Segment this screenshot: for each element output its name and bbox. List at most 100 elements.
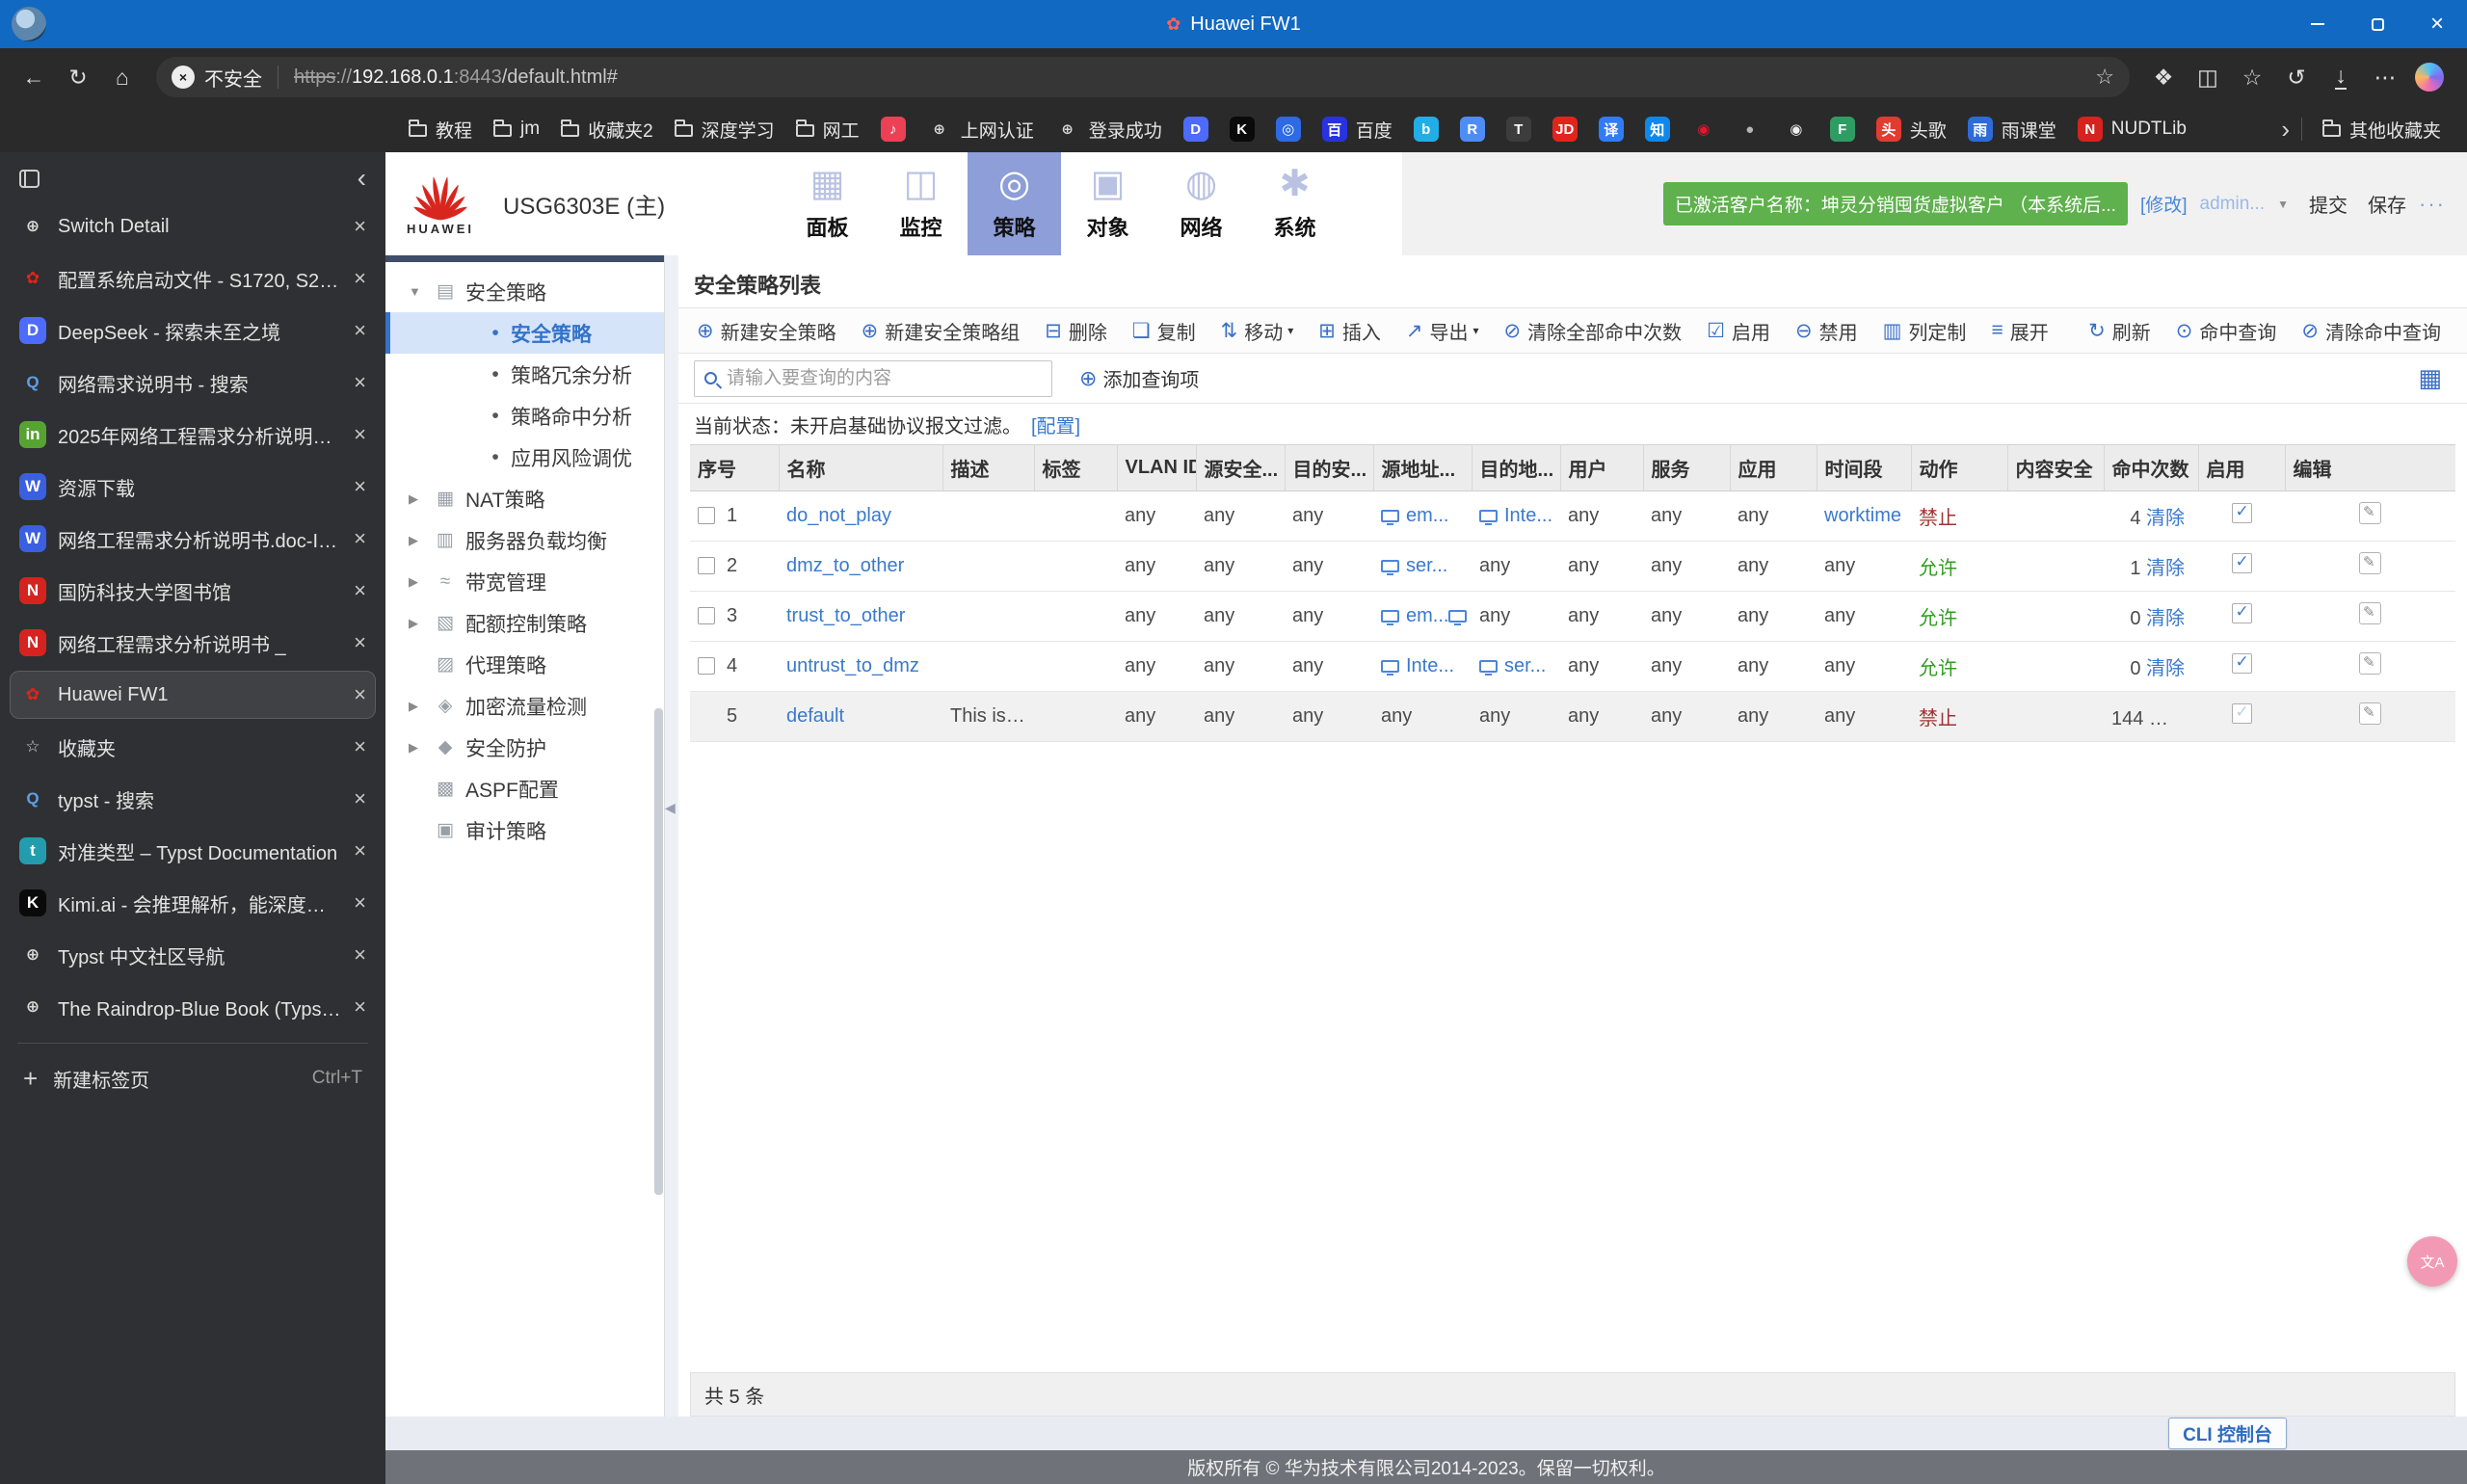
clear-hits-link[interactable]: 清除 (2146, 608, 2185, 629)
split-screen-icon[interactable]: ◫ (2186, 56, 2230, 98)
search-input[interactable] (727, 367, 1042, 389)
add-query-button[interactable]: ⊕ 添加查询项 (1079, 364, 1199, 392)
cli-console-button[interactable]: CLI 控制台 (2168, 1418, 2287, 1449)
bookmark-item[interactable]: 百 百度 (1313, 112, 1401, 147)
bookmark-item[interactable]: ⊕ 上网认证 (918, 112, 1043, 147)
bookmark-item[interactable]: jm (485, 114, 548, 145)
app-nav-tab[interactable]: ▣ 对象 (1061, 152, 1154, 255)
browser-tab[interactable]: Q typst - 搜索 × (10, 775, 376, 823)
bookmarks-overflow-chevron[interactable]: › (2281, 115, 2290, 145)
bookmark-item[interactable]: T (1498, 112, 1540, 146)
tree-item[interactable]: ▶ ◆ 安全防护 (385, 727, 664, 768)
tree-item[interactable]: • 应用风险调优 (385, 437, 664, 478)
app-nav-tab[interactable]: ▦ 面板 (781, 152, 874, 255)
toolbar-button[interactable]: ↗ 导出 ▾ (1406, 317, 1479, 345)
browser-tab[interactable]: ✿ Huawei FW1 × (10, 671, 376, 719)
user-dropdown-caret[interactable]: ▼ (2277, 198, 2289, 211)
tree-expander-icon[interactable]: ▶ (409, 616, 430, 631)
tree-expander-icon[interactable]: ▶ (409, 740, 430, 755)
bookmark-item[interactable]: ◎ (1267, 112, 1310, 146)
row-checkbox[interactable] (698, 507, 715, 524)
header-more-icon[interactable]: ··· (2419, 192, 2446, 217)
toolbar-button[interactable]: ⊖ 禁用 (1795, 317, 1858, 345)
browser-tab[interactable]: ⊕ Switch Detail × (10, 202, 376, 251)
app-nav-tab[interactable]: ◍ 网络 (1154, 152, 1248, 255)
address-object[interactable]: em... (1406, 605, 1448, 627)
tab-close-icon[interactable]: × (354, 422, 366, 447)
bookmark-item[interactable]: D (1175, 112, 1217, 146)
tree-scrollbar[interactable] (654, 708, 663, 1195)
tree-item[interactable]: ▣ 审计策略 (385, 809, 664, 851)
tree-item[interactable]: ▩ ASPF配置 (385, 768, 664, 809)
tab-close-icon[interactable]: × (354, 890, 366, 915)
bookmark-item[interactable]: ♪ (872, 112, 915, 146)
toolbar-button[interactable]: ≡ 展开 (1991, 317, 2048, 345)
close-button[interactable]: × (2407, 0, 2467, 48)
enable-checkbox[interactable] (2231, 552, 2252, 573)
tab-close-icon[interactable]: × (354, 942, 366, 967)
clear-hits-link[interactable]: 清除 (2146, 558, 2185, 579)
tab-close-icon[interactable]: × (354, 526, 366, 551)
app-nav-tab[interactable]: ✱ 系统 (1248, 152, 1341, 255)
bookmark-item[interactable]: N NUDTLib (2069, 112, 2195, 146)
tree-expander-icon[interactable]: ▶ (409, 491, 430, 507)
collapse-tree-icon[interactable]: ◀ (665, 800, 676, 816)
browser-tab[interactable]: W 网络工程需求分析说明书.doc-ITAD × (10, 515, 376, 563)
policy-name-link[interactable]: dmz_to_other (786, 555, 904, 576)
policy-name-link[interactable]: do_not_play (786, 505, 891, 526)
toolbar-button[interactable]: ☑ 启用 (1707, 317, 1770, 345)
bookmark-item[interactable]: 译 (1590, 112, 1632, 146)
config-link[interactable]: [配置] (1031, 411, 1080, 438)
bookmark-item[interactable]: 知 (1636, 112, 1679, 146)
tree-expander-icon[interactable]: ▶ (409, 574, 430, 590)
time-range[interactable]: any (1824, 555, 1855, 576)
policy-name-link[interactable]: untrust_to_dmz (786, 655, 919, 676)
bookmark-item[interactable]: ⊕ 登录成功 (1047, 112, 1171, 147)
time-range[interactable]: any (1824, 705, 1855, 727)
history-icon[interactable]: ↺ (2274, 56, 2319, 98)
edit-icon[interactable] (2359, 702, 2381, 725)
downloads-icon[interactable]: ↓ (2319, 56, 2363, 98)
copilot-icon[interactable] (2415, 63, 2444, 92)
time-range[interactable]: worktime (1824, 505, 1901, 526)
enable-checkbox[interactable] (2231, 602, 2252, 623)
security-icon[interactable]: × (172, 66, 195, 89)
toolbar-button[interactable]: ⊙ 命中查询 (2176, 317, 2277, 345)
tree-item[interactable]: • 策略命中分析 (385, 395, 664, 437)
address-object[interactable]: ser... (1504, 655, 1546, 677)
bookmark-item[interactable]: R (1451, 112, 1494, 146)
tab-close-icon[interactable]: × (354, 214, 366, 239)
browser-tab[interactable]: N 网络工程需求分析说明书 _ × (10, 619, 376, 667)
modify-link[interactable]: [修改] (2140, 191, 2188, 217)
toolbar-button[interactable]: ⊕ 新建安全策略组 (862, 317, 1021, 345)
tree-item[interactable]: ▶ ▥ 服务器负载均衡 (385, 519, 664, 561)
row-checkbox[interactable] (698, 557, 715, 574)
browser-tab[interactable]: t 对准类型 – Typst Documentation × (10, 827, 376, 875)
address-object[interactable]: any (1479, 605, 1510, 627)
edit-icon[interactable] (2359, 552, 2381, 574)
browser-tab[interactable]: ⊕ The Raindrop-Blue Book (Typst中文 × (10, 983, 376, 1031)
tab-close-icon[interactable]: × (354, 786, 366, 811)
toolbar-button[interactable]: ⇅ 移动 ▾ (1221, 317, 1294, 345)
app-nav-tab[interactable]: ◫ 监控 (874, 152, 968, 255)
restore-button[interactable] (2348, 0, 2407, 48)
query-filter-icon[interactable]: ▦ (2418, 363, 2442, 393)
tree-item[interactable]: ▼ ▤ 安全策略 (385, 271, 664, 312)
profile-avatar[interactable] (12, 7, 46, 41)
browser-tab[interactable]: K Kimi.ai - 会推理解析，能深度思考的 × (10, 879, 376, 927)
tab-close-icon[interactable]: × (354, 318, 366, 343)
edit-icon[interactable] (2359, 602, 2381, 624)
clear-hits-link[interactable]: 清除 (2146, 508, 2185, 529)
tab-close-icon[interactable]: × (354, 370, 366, 395)
enable-checkbox[interactable] (2231, 702, 2252, 724)
tree-expander-icon[interactable]: ▼ (409, 284, 430, 299)
tree-item[interactable]: ▶ ▧ 配额控制策略 (385, 602, 664, 644)
address-object[interactable]: em... (1406, 505, 1448, 527)
tab-panel-icon[interactable] (19, 169, 40, 188)
bookmark-item[interactable]: JD (1544, 112, 1586, 146)
browser-tab[interactable]: N 国防科技大学图书馆 × (10, 567, 376, 615)
tree-item[interactable]: • 安全策略 (385, 312, 664, 354)
clear-hits-link[interactable]: 清除 (2146, 658, 2185, 679)
bookmark-item[interactable]: 教程 (400, 112, 481, 147)
tab-close-icon[interactable]: × (354, 734, 366, 759)
